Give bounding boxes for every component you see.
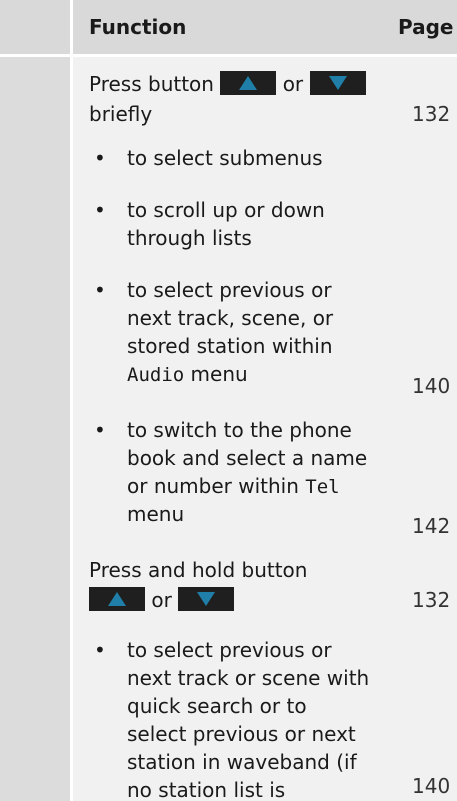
column-header-page: Page [398, 15, 454, 39]
menu-name-audio: Audio [127, 364, 185, 386]
bullet-text: station in waveband (if [127, 750, 357, 774]
bullet-text: next track or scene with [127, 666, 370, 690]
bullet-text: to select submenus [127, 146, 323, 170]
header-separator [70, 0, 73, 54]
page-number: 132 [412, 588, 451, 612]
page-number: 140 [412, 374, 451, 398]
bullet-text: quick search or to [127, 694, 307, 718]
press-briefly-line1: Press button or [89, 70, 366, 98]
press-briefly-line2: briefly [89, 102, 153, 126]
or-text: or [151, 588, 172, 612]
menu-name-tel: Tel [305, 476, 340, 498]
or-text: or [282, 72, 304, 96]
bullet-text: to scroll up or down [127, 198, 325, 222]
up-button-icon [220, 71, 277, 95]
bullet-text-rest: menu [184, 362, 248, 386]
bullet-text: Audio menu [127, 360, 248, 389]
bullet-text: no station list is [127, 778, 286, 801]
down-button-icon [309, 71, 366, 95]
down-button-icon [178, 587, 235, 611]
up-button-icon [89, 587, 145, 611]
bullet: • [94, 638, 106, 662]
bullet-text: next track, scene, or [127, 306, 334, 330]
page-number: 132 [412, 102, 451, 126]
left-margin-bar [0, 0, 70, 801]
table-header: Function Page [0, 0, 457, 57]
press-hold-line2: or [89, 586, 235, 614]
bullet: • [94, 146, 106, 170]
press-briefly-text: Press button [89, 72, 214, 96]
bullet: • [94, 418, 106, 442]
bullet-text: book and select a name [127, 446, 368, 470]
bullet-text: to switch to the phone [127, 418, 352, 442]
bullet-text-prefix: or number within [127, 474, 306, 498]
bullet: • [94, 198, 106, 222]
bullet-text: or number within Tel [127, 472, 340, 501]
press-hold-line1: Press and hold button [89, 558, 308, 582]
bullet-text: to select previous or [127, 638, 332, 662]
bullet-text: through lists [127, 226, 252, 250]
page-number: 140 [412, 774, 451, 798]
bullet-text: menu [127, 502, 185, 526]
column-header-function: Function [89, 15, 187, 39]
bullet: • [94, 278, 106, 302]
bullet-text: select previous or next [127, 722, 356, 746]
bullet-text: stored station within [127, 334, 333, 358]
bullet-text: to select previous or [127, 278, 332, 302]
page-number: 142 [412, 514, 451, 538]
